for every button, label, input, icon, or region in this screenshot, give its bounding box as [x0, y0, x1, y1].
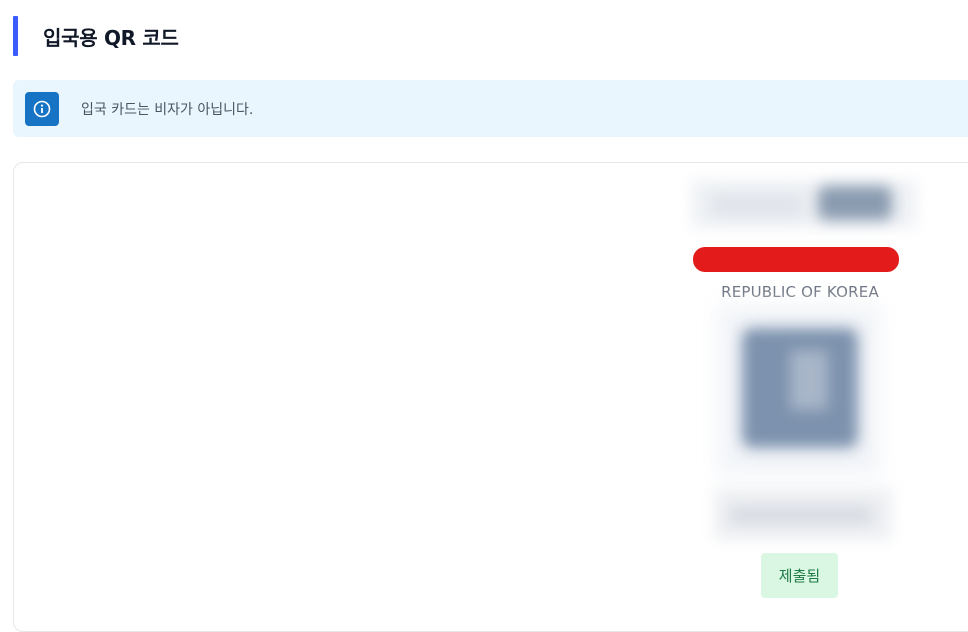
redaction-mark: [693, 247, 899, 272]
blurred-document-text: [730, 506, 872, 524]
qr-code-inner: [790, 350, 828, 410]
info-banner: 입국 카드는 비자가 아닙니다.: [13, 80, 968, 137]
status-badge: 제출됨: [761, 553, 838, 598]
title-accent-bar: [13, 16, 18, 56]
country-name: REPUBLIC OF KOREA: [721, 283, 879, 301]
info-icon: [25, 91, 59, 126]
page-title: 입국용 QR 코드: [43, 25, 179, 50]
info-banner-text: 입국 카드는 비자가 아닙니다.: [81, 101, 254, 118]
blurred-photo-chip: [818, 186, 892, 220]
page-header: 입국용 QR 코드: [13, 16, 179, 56]
blurred-name-text: [712, 195, 802, 215]
